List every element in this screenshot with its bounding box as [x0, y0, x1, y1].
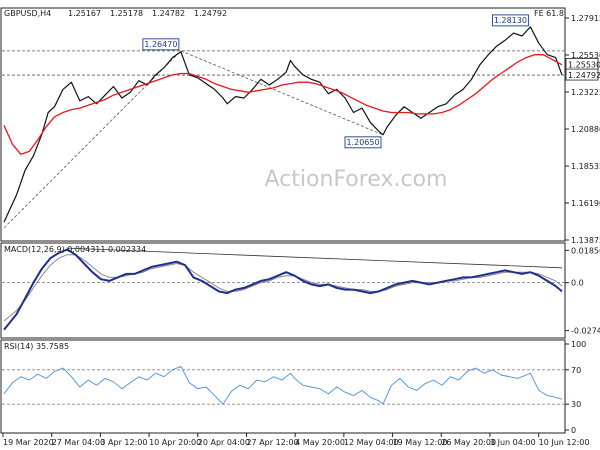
time-axis-label: 3 Apr 12:00	[100, 438, 147, 447]
macd-title: MACD(12,26,9) 0.004311 0.002334	[4, 245, 146, 254]
chart-header-open: 1.25167	[68, 9, 101, 18]
watermark: ActionForex.com	[265, 167, 448, 192]
time-axis-label: 12 May 04:00	[344, 438, 399, 447]
current-price-label: 1.24792	[568, 71, 600, 80]
time-axis-label: 19 May 12:00	[393, 438, 448, 447]
time-axis-label: 3 Jun 04:00	[490, 438, 536, 447]
rsi-axis-label: 0	[571, 426, 576, 435]
chart-header-instrument: GBPUSD,H4	[4, 9, 51, 18]
fe-label: FE 61.8	[534, 9, 564, 18]
price-axis-label: 1.27915	[571, 14, 600, 23]
time-axis-label: 19 Mar 2020	[3, 438, 54, 447]
price-extreme-label: 1.20650	[346, 138, 379, 147]
time-axis-label: 26 May 20:00	[441, 438, 496, 447]
price-axis-label: 1.23225	[571, 88, 600, 97]
price-axis-label: 1.16190	[571, 199, 600, 208]
time-axis-label: 4 May 20:00	[295, 438, 345, 447]
time-axis-label: 27 Mar 04:00	[52, 438, 105, 447]
chart-header-close: 1.24792	[194, 9, 227, 18]
price-extreme-label: 1.28130	[494, 16, 527, 25]
rsi-panel-frame	[0, 339, 566, 434]
macd-axis-label: -0.027495	[571, 327, 600, 336]
rsi-title: RSI(14) 35.7585	[4, 342, 69, 351]
rsi-axis-label: 100	[571, 340, 586, 349]
price-panel-frame	[0, 7, 566, 242]
macd-axis-label: 0.0	[571, 279, 584, 288]
price-axis-label: 1.20880	[571, 125, 600, 134]
macd-axis-label: 0.018561	[571, 246, 600, 255]
price-axis-label: 1.18535	[571, 162, 600, 171]
time-axis-label: 27 Apr 12:00	[246, 438, 298, 447]
price-extreme-label: 1.26470	[144, 40, 177, 49]
time-axis-label: 20 Apr 04:00	[198, 438, 250, 447]
time-axis-label: 10 Jun 12:00	[539, 438, 590, 447]
time-axis: 19 Mar 202027 Mar 04:003 Apr 12:00 10 Apr…	[2, 433, 590, 447]
rsi-axis-label: 70	[571, 366, 581, 375]
chart-header-low: 1.24782	[152, 9, 185, 18]
price-axis-label: 1.13875	[571, 236, 600, 245]
macd-panel-frame	[0, 242, 566, 339]
chart-header-high: 1.25178	[110, 9, 143, 18]
time-axis-label: 10 Apr 20:00	[149, 438, 201, 447]
current-price-label: 1.25530	[568, 60, 600, 69]
forex-chart: 1.27915 1.25530 1.23225 1.20880 1.18535 1.161…	[0, 7, 600, 447]
rsi-axis-label: 30	[571, 400, 581, 409]
